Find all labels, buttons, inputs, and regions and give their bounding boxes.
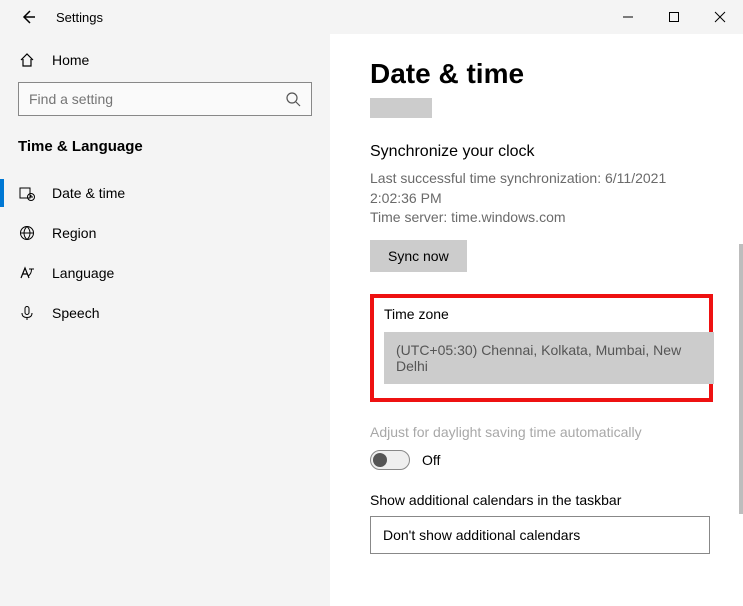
timezone-value: (UTC+05:30) Chennai, Kolkata, Mumbai, Ne… xyxy=(396,342,681,374)
window-title: Settings xyxy=(56,10,103,25)
main-content: Date & time Synchronize your clock Last … xyxy=(330,34,743,606)
category-title: Time & Language xyxy=(0,138,330,173)
minimize-button[interactable] xyxy=(605,0,651,34)
sync-header: Synchronize your clock xyxy=(370,143,713,161)
scrollbar[interactable] xyxy=(739,244,743,514)
settings-window: Settings Home Time & Language Date & tim… xyxy=(0,0,743,606)
minimize-icon xyxy=(622,11,634,23)
arrow-left-icon xyxy=(20,9,36,25)
timezone-dropdown[interactable]: (UTC+05:30) Chennai, Kolkata, Mumbai, Ne… xyxy=(384,332,714,384)
calendars-dropdown[interactable]: Don't show additional calendars xyxy=(370,516,710,554)
sidebar-item-language[interactable]: Language xyxy=(0,253,330,293)
search-box[interactable] xyxy=(18,82,312,116)
search-input[interactable] xyxy=(29,91,285,107)
sync-server: Time server: time.windows.com xyxy=(370,208,713,228)
dst-label: Adjust for daylight saving time automati… xyxy=(370,424,713,440)
page-title: Date & time xyxy=(370,58,713,90)
calendars-value: Don't show additional calendars xyxy=(383,527,580,543)
home-label: Home xyxy=(52,52,89,68)
timezone-label: Time zone xyxy=(384,306,699,322)
show-calendars-label: Show additional calendars in the taskbar xyxy=(370,492,713,508)
sidebar-item-label: Region xyxy=(52,225,96,241)
sidebar-item-label: Language xyxy=(52,265,114,281)
maximize-button[interactable] xyxy=(651,0,697,34)
sidebar-item-speech[interactable]: Speech xyxy=(0,293,330,333)
maximize-icon xyxy=(668,11,680,23)
timezone-highlight: Time zone (UTC+05:30) Chennai, Kolkata, … xyxy=(370,294,713,402)
window-buttons xyxy=(605,0,743,34)
sidebar-item-label: Speech xyxy=(52,305,99,321)
sync-now-button[interactable]: Sync now xyxy=(370,240,467,272)
dst-toggle[interactable] xyxy=(370,450,410,470)
home-link[interactable]: Home xyxy=(0,52,330,82)
sidebar-item-region[interactable]: Region xyxy=(0,213,330,253)
sidebar-item-label: Date & time xyxy=(52,185,125,201)
home-icon xyxy=(18,52,36,68)
close-icon xyxy=(714,11,726,23)
language-icon xyxy=(18,265,36,281)
sidebar: Home Time & Language Date & time Region … xyxy=(0,34,330,606)
sync-last: Last successful time synchronization: 6/… xyxy=(370,169,713,208)
titlebar: Settings xyxy=(0,0,743,34)
close-button[interactable] xyxy=(697,0,743,34)
dst-state: Off xyxy=(422,452,440,468)
calendar-clock-icon xyxy=(18,185,36,201)
microphone-icon xyxy=(18,305,36,321)
search-icon xyxy=(285,91,301,107)
globe-icon xyxy=(18,225,36,241)
truncated-button[interactable] xyxy=(370,98,432,118)
back-button[interactable] xyxy=(18,7,38,27)
sidebar-item-date-time[interactable]: Date & time xyxy=(0,173,330,213)
